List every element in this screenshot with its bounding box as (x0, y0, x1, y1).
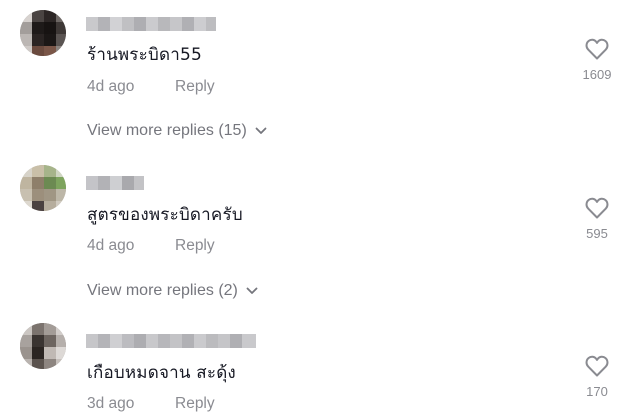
username-blurred[interactable] (86, 334, 256, 348)
avatar[interactable] (20, 323, 66, 369)
username-blurred[interactable] (86, 17, 216, 31)
reply-button[interactable]: Reply (175, 395, 215, 413)
view-more-label[interactable]: View more replies (2) (87, 282, 238, 300)
comment-date: 4d ago (87, 78, 135, 95)
chevron-down-icon (246, 287, 258, 294)
view-more-replies-button[interactable]: View more replies (2) (87, 282, 258, 300)
like-count: 1609 (582, 67, 612, 82)
heart-outline-icon[interactable] (585, 38, 609, 60)
comment-text: เกือบหมดจาน สะดุ้ง (87, 363, 236, 383)
reply-button[interactable]: Reply (175, 237, 215, 255)
view-more-label[interactable]: View more replies (15) (87, 122, 247, 140)
comment-date: 3d ago (87, 395, 135, 412)
comment-text: สูตรของพระบิดาครับ (87, 205, 243, 225)
like-button[interactable]: 170 (577, 355, 617, 399)
like-button[interactable]: 1609 (577, 38, 617, 82)
like-button[interactable]: 595 (577, 197, 617, 241)
comment-text: ร้านพระบิดา55 (87, 45, 202, 65)
avatar[interactable] (20, 165, 66, 211)
heart-outline-icon[interactable] (585, 355, 609, 377)
like-count: 170 (586, 384, 608, 399)
chevron-down-icon (255, 127, 267, 134)
comment-meta: 4d ago Reply (87, 237, 215, 255)
view-more-replies-button[interactable]: View more replies (15) (87, 122, 267, 140)
avatar[interactable] (20, 10, 66, 56)
comment-date: 4d ago (87, 237, 135, 254)
username-blurred[interactable] (86, 176, 144, 190)
comment-meta: 3d ago Reply (87, 395, 215, 413)
heart-outline-icon[interactable] (585, 197, 609, 219)
reply-button[interactable]: Reply (175, 78, 215, 96)
like-count: 595 (586, 226, 608, 241)
comment-meta: 4d ago Reply (87, 78, 215, 96)
